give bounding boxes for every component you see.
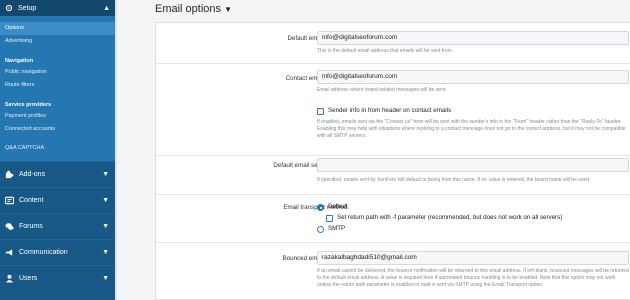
form-row-sender-name: Default email sender name: If specified,… xyxy=(156,155,630,194)
sidebar-item-forums[interactable]: Forums ▼ xyxy=(0,213,115,239)
sidebar-item-advertising[interactable]: Advertising xyxy=(0,35,115,48)
megaphone-icon xyxy=(5,249,13,256)
sidebar-item-label: Communication xyxy=(19,249,68,256)
contact-email-field[interactable]: info@digitalseoforum.com xyxy=(317,70,629,84)
sidebar-group-navigation: Navigation xyxy=(5,58,34,64)
return-path-label: Set return path with -f parameter (recom… xyxy=(337,214,563,221)
form-row-bounced-email: Bounced email address: razakalbaghdadi51… xyxy=(156,242,630,300)
sender-info-label: Sender info in from header on contact em… xyxy=(328,107,452,114)
default-email-hint: This is the default email address that e… xyxy=(317,48,454,54)
sidebar-item-label: Users xyxy=(19,275,38,282)
sidebar-item-content[interactable]: Content ▼ xyxy=(0,187,115,213)
return-path-checkbox[interactable] xyxy=(326,215,333,222)
forums-icon xyxy=(5,223,14,230)
main-content: Email options ▼ Default email address: i… xyxy=(117,0,630,300)
sidebar-item-label: Setup xyxy=(18,4,37,12)
sidebar-item-label: Content xyxy=(19,197,44,204)
options-form: Default email address: info@digitalseofo… xyxy=(155,22,630,300)
transport-default-label: Default xyxy=(328,203,348,210)
transport-default-radio[interactable] xyxy=(317,204,324,211)
sidebar-item-route-filters[interactable]: Route filters xyxy=(0,79,115,92)
page-title[interactable]: Email options ▼ xyxy=(155,3,232,15)
sender-name-hint: If specified, emails sent by XenForo wil… xyxy=(317,177,591,183)
cog-icon xyxy=(5,4,13,12)
chevron-down-icon: ▼ xyxy=(102,275,109,282)
sender-name-field[interactable] xyxy=(317,158,629,172)
default-email-field[interactable]: info@digitalseoforum.com xyxy=(317,31,629,45)
sender-info-hint: If enabled, emails sent via the "Contact… xyxy=(317,119,626,139)
sidebar-item-label: Add-ons xyxy=(19,171,46,178)
sidebar-item-qa-captcha[interactable]: Q&A CAPTCHA xyxy=(0,142,115,155)
sidebar-item-add-ons[interactable]: Add-ons ▼ xyxy=(0,161,115,187)
caret-down-icon: ▼ xyxy=(224,5,233,14)
content-icon xyxy=(5,196,14,205)
form-row-transport: Email transport method: Default Set retu… xyxy=(156,194,630,240)
chevron-down-icon: ▼ xyxy=(102,171,109,178)
form-row-default-email: Default email address: info@digitalseofo… xyxy=(156,23,630,63)
bounced-email-hint: If an email cannot be delivered, the bou… xyxy=(317,268,629,288)
sidebar-item-public-navigation[interactable]: Public navigation xyxy=(0,66,115,79)
puzzle-icon xyxy=(5,170,14,179)
chevron-down-icon: ▼ xyxy=(102,197,109,204)
chevron-down-icon: ▼ xyxy=(102,249,109,256)
user-icon xyxy=(5,274,14,283)
setup-submenu: Options Advertising Navigation Public na… xyxy=(0,16,115,161)
form-row-sender-info: Sender info in from header on contact em… xyxy=(156,102,630,155)
chevron-up-icon: ▲ xyxy=(103,4,110,12)
sidebar-item-options[interactable]: Options xyxy=(0,22,115,35)
form-row-contact-email: Contact email address: info@digitalseofo… xyxy=(156,63,630,102)
sender-info-checkbox[interactable] xyxy=(317,108,324,115)
sidebar-item-users[interactable]: Users ▼ xyxy=(0,265,115,291)
sidebar-item-setup[interactable]: Setup ▲ xyxy=(0,0,115,16)
sidebar-item-connected-accounts[interactable]: Connected accounts xyxy=(0,123,115,136)
transport-smtp-radio[interactable] xyxy=(317,226,324,233)
sidebar-item-communication[interactable]: Communication ▼ xyxy=(0,239,115,265)
sidebar-item-payment-profiles[interactable]: Payment profiles xyxy=(0,110,115,123)
sidebar-item-label: Forums xyxy=(19,223,43,230)
transport-smtp-label: SMTP xyxy=(328,225,346,232)
page-title-text: Email options xyxy=(155,3,222,15)
sidebar-group-service-providers: Service providers xyxy=(5,102,52,108)
chevron-down-icon: ▼ xyxy=(102,223,109,230)
contact-email-hint: Email address where board-related messag… xyxy=(317,87,447,93)
bounced-email-field[interactable]: razakalbaghdadi510@gmail.com xyxy=(317,251,629,265)
sidebar: Setup ▲ Options Advertising Navigation P… xyxy=(0,0,115,300)
